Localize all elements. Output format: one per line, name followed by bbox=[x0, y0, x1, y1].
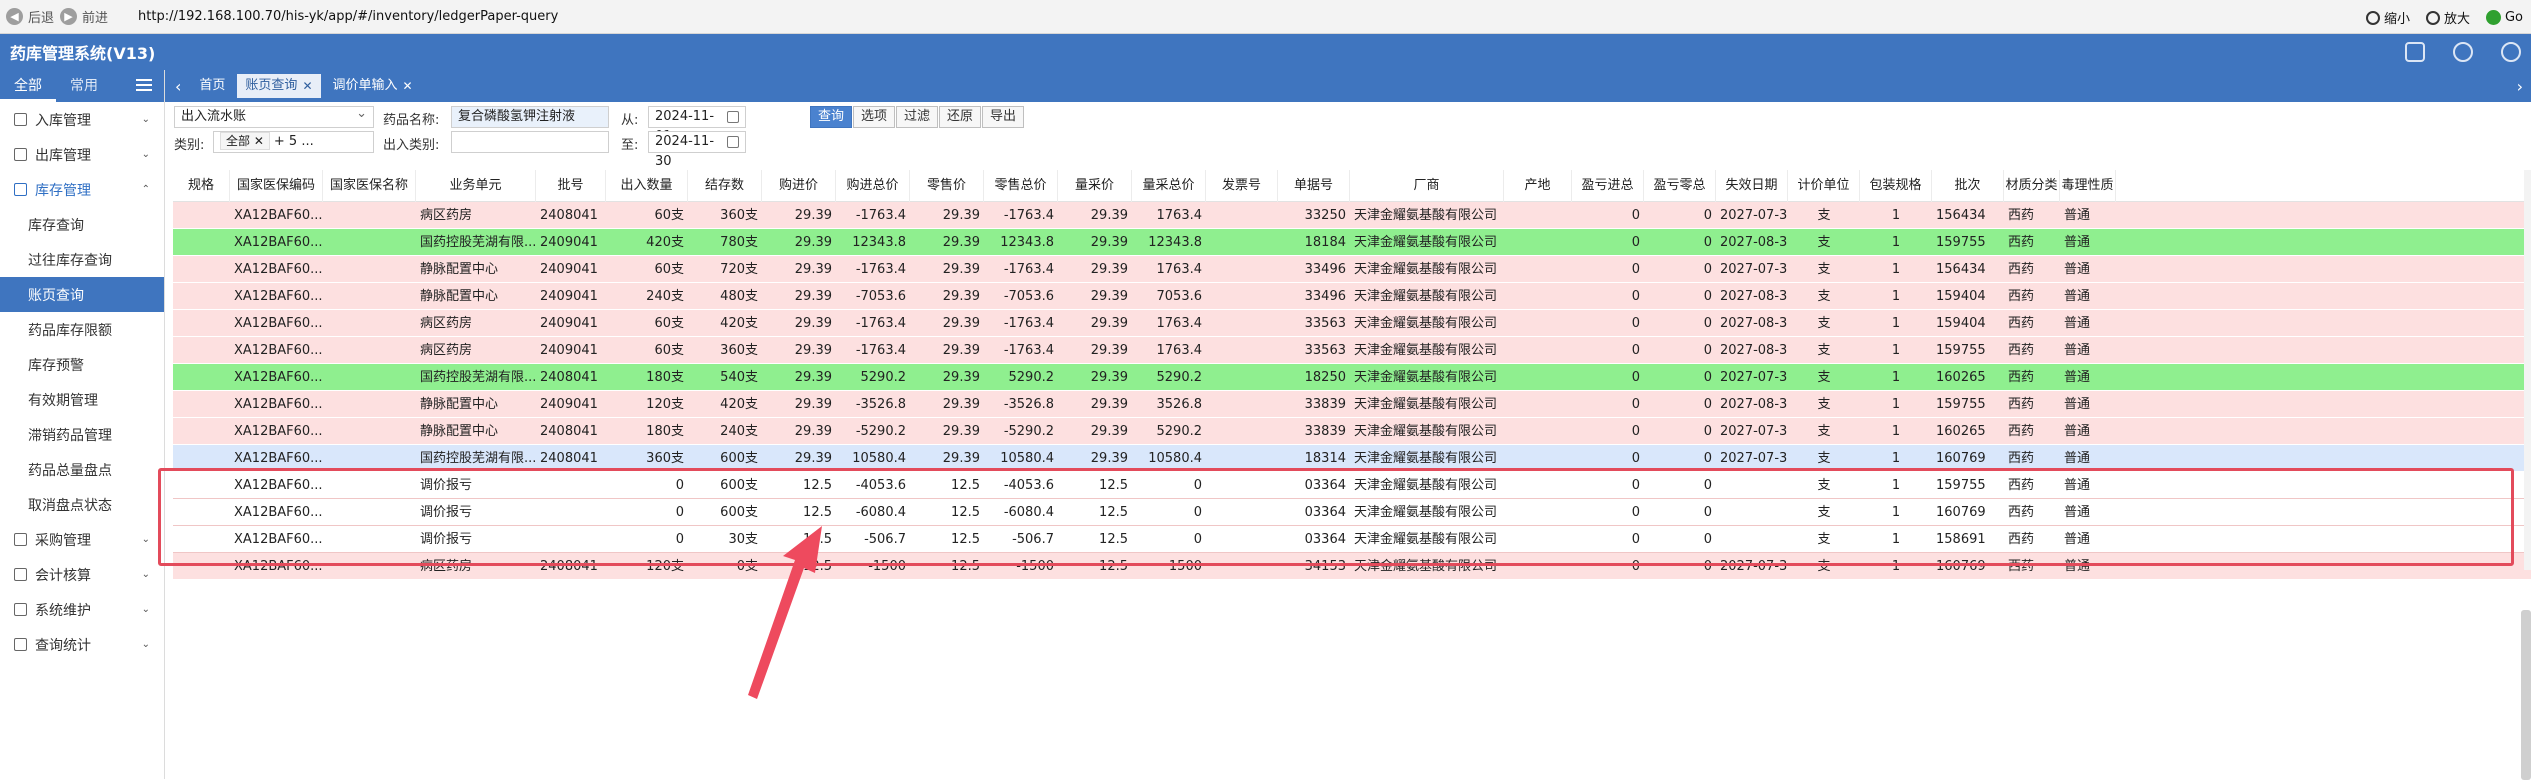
annotation-arrow-layer bbox=[748, 526, 822, 699]
annotation-arrow-icon bbox=[748, 526, 822, 699]
